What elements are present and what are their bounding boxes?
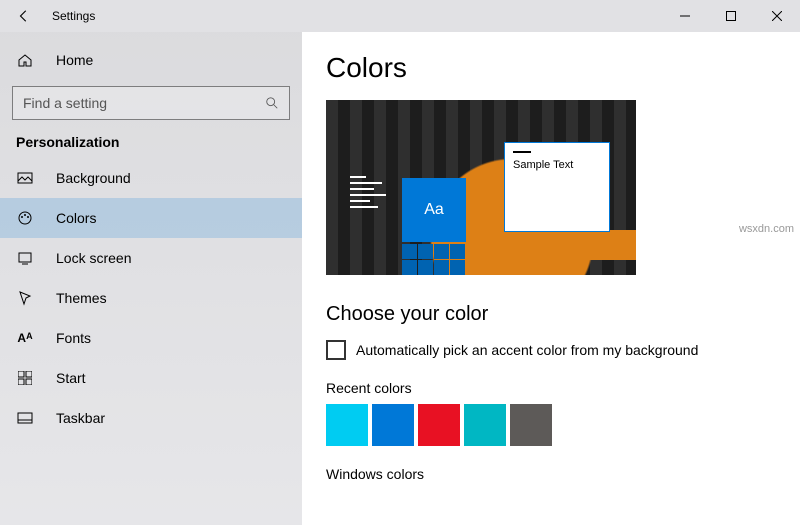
lockscreen-icon (16, 250, 34, 266)
color-preview: Aa Sample Text (326, 100, 636, 275)
sidebar-item-label: Themes (56, 290, 107, 306)
preview-tile-grid (402, 244, 465, 275)
sidebar-item-label: Colors (56, 210, 96, 226)
choose-color-heading: Choose your color (326, 303, 776, 326)
minimize-button[interactable] (662, 0, 708, 32)
picture-icon (16, 170, 34, 186)
windows-colors-heading: Windows colors (326, 466, 776, 482)
window-title: Settings (48, 9, 662, 23)
color-swatch[interactable] (510, 404, 552, 446)
sidebar-item-background[interactable]: Background (0, 158, 302, 198)
preview-sample-bar (513, 151, 531, 153)
palette-icon (16, 210, 34, 226)
close-button[interactable] (754, 0, 800, 32)
preview-tile: Aa (402, 178, 466, 242)
sidebar-item-themes[interactable]: Themes (0, 278, 302, 318)
minimize-icon (680, 11, 690, 21)
close-icon (772, 11, 782, 21)
sidebar-item-colors[interactable]: Colors (0, 198, 302, 238)
sidebar-item-label: Start (56, 370, 86, 386)
auto-pick-checkbox[interactable] (326, 340, 346, 360)
recent-colors (326, 404, 776, 446)
search-placeholder: Find a setting (23, 95, 107, 111)
color-swatch[interactable] (418, 404, 460, 446)
back-arrow-icon (17, 9, 31, 23)
back-button[interactable] (0, 9, 48, 23)
maximize-button[interactable] (708, 0, 754, 32)
sidebar-home[interactable]: Home (0, 40, 302, 80)
sidebar-item-lockscreen[interactable]: Lock screen (0, 238, 302, 278)
sidebar-item-label: Fonts (56, 330, 91, 346)
preview-startmenu-lines (350, 176, 390, 212)
maximize-icon (726, 11, 736, 21)
sidebar-section-header: Personalization (0, 120, 302, 158)
preview-sample-text: Sample Text (513, 159, 573, 171)
color-swatch[interactable] (464, 404, 506, 446)
start-icon (16, 371, 34, 385)
home-icon (16, 52, 34, 68)
fonts-icon: AA (16, 331, 34, 345)
preview-sample-window: Sample Text (504, 142, 610, 232)
taskbar-icon (16, 412, 34, 424)
body: Home Find a setting Personalization Back… (0, 32, 800, 525)
color-swatch[interactable] (326, 404, 368, 446)
color-swatch[interactable] (372, 404, 414, 446)
themes-icon (16, 290, 34, 306)
sidebar-item-label: Lock screen (56, 250, 131, 266)
content-area: Colors Aa Sample Text Choose your color … (302, 32, 800, 525)
sidebar-item-label: Background (56, 170, 131, 186)
search-wrap: Find a setting (0, 80, 302, 120)
sidebar-item-label: Taskbar (56, 410, 105, 426)
titlebar: Settings (0, 0, 800, 32)
sidebar-item-taskbar[interactable]: Taskbar (0, 398, 302, 438)
recent-colors-heading: Recent colors (326, 380, 776, 396)
home-label: Home (56, 52, 93, 68)
search-input[interactable]: Find a setting (12, 86, 290, 120)
page-title: Colors (326, 52, 776, 84)
auto-pick-label: Automatically pick an accent color from … (356, 342, 698, 358)
sidebar-item-start[interactable]: Start (0, 358, 302, 398)
window-controls (662, 0, 800, 32)
preview-tile-text: Aa (424, 201, 444, 219)
settings-window: Settings Home Find a setting Personaliza… (0, 0, 800, 525)
sidebar: Home Find a setting Personalization Back… (0, 32, 302, 525)
sidebar-item-fonts[interactable]: AA Fonts (0, 318, 302, 358)
watermark: wsxdn.com (739, 223, 794, 235)
search-icon (265, 96, 279, 110)
auto-pick-row[interactable]: Automatically pick an accent color from … (326, 340, 776, 360)
